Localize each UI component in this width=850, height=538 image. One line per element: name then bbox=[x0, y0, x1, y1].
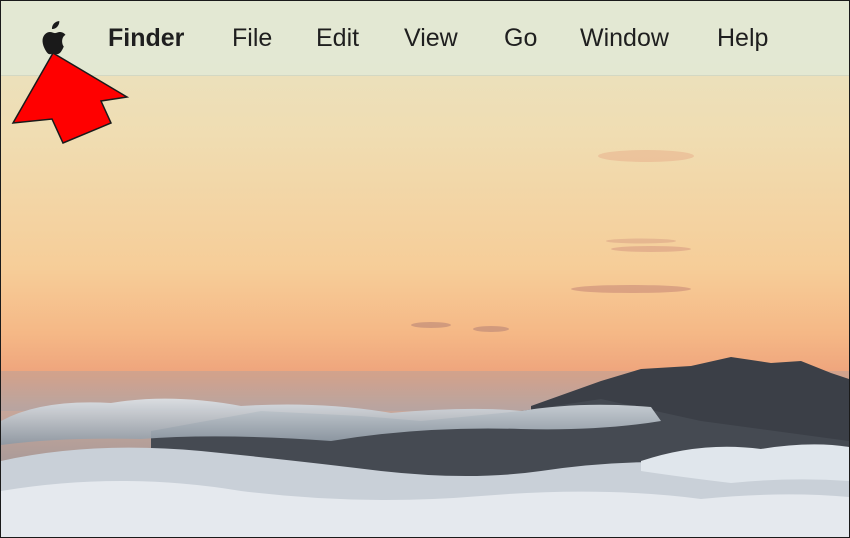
menu-item-file[interactable]: File bbox=[232, 21, 272, 55]
menu-item-help[interactable]: Help bbox=[717, 21, 768, 55]
apple-menu[interactable] bbox=[39, 19, 69, 55]
menu-item-go[interactable]: Go bbox=[504, 21, 537, 55]
desktop-screen: Finder File Edit View Go Window Help bbox=[0, 0, 850, 538]
menu-item-view[interactable]: View bbox=[404, 21, 458, 55]
menu-item-edit[interactable]: Edit bbox=[316, 21, 359, 55]
apple-logo-icon bbox=[42, 21, 66, 55]
menu-item-finder[interactable]: Finder bbox=[108, 21, 184, 55]
red-arrow-icon bbox=[11, 53, 130, 144]
menu-item-window[interactable]: Window bbox=[580, 21, 669, 55]
